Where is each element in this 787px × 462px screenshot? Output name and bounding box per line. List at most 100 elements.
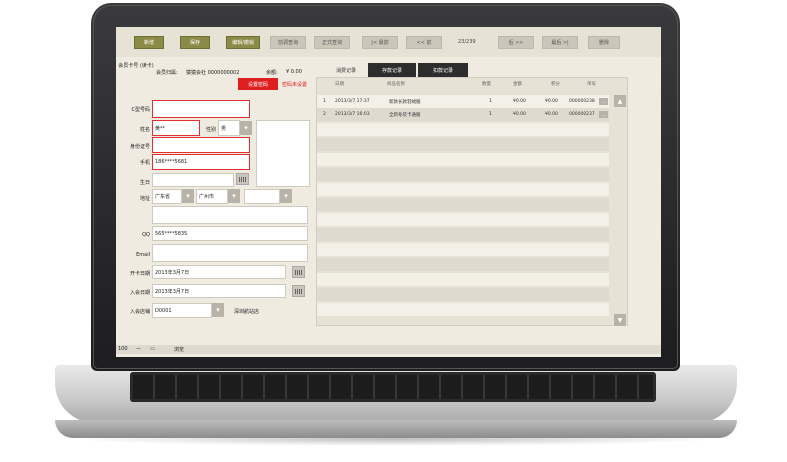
- table-row-empty: [317, 273, 609, 286]
- table-row-empty: [317, 183, 609, 196]
- header-date: 日期: [335, 82, 344, 87]
- gender-select[interactable]: 男: [218, 120, 240, 136]
- join-store-select[interactable]: D0001: [152, 303, 212, 318]
- table-row-empty: [317, 123, 609, 136]
- mobile-label: 手机: [139, 160, 150, 166]
- header-order: 单号: [587, 82, 596, 87]
- last-record-button[interactable]: 最后 >|: [542, 36, 578, 49]
- table-row-empty: [317, 168, 609, 181]
- reset-password-link[interactable]: 密码未设置: [282, 81, 307, 88]
- table-row-empty: [317, 258, 609, 271]
- delete-button[interactable]: 删除: [588, 36, 620, 49]
- city-select[interactable]: 广州市: [196, 189, 228, 204]
- row-order: 000000238: [569, 99, 595, 104]
- row-amount: ¥0.00: [513, 99, 526, 104]
- header-points: 积分: [551, 82, 560, 87]
- new-button[interactable]: 新增: [134, 36, 164, 49]
- toolbar: 新增 保存 编辑/撤销 前调查询 正式查询 |< 最前 << 前 23/239 …: [116, 27, 661, 57]
- formal-query-button[interactable]: 正式查询: [314, 36, 350, 49]
- row-product: 全新冬装卡通服: [389, 113, 421, 118]
- province-dropdown-icon[interactable]: ▾: [182, 189, 194, 203]
- address-detail-field[interactable]: [152, 206, 308, 224]
- table-row-empty: [317, 213, 609, 226]
- tab-consumption[interactable]: 消费记录: [326, 63, 366, 77]
- balance-value: ¥ 0.00: [286, 69, 302, 75]
- ic-number-field[interactable]: [152, 100, 250, 118]
- join-store-dropdown-icon[interactable]: ▾: [212, 303, 224, 317]
- row-detail-icon[interactable]: …: [599, 111, 608, 118]
- join-store-label: 入会店铺: [129, 309, 150, 315]
- table-row-empty: [317, 288, 609, 301]
- card-number-label: 会员卡号 (读卡): [118, 63, 154, 69]
- first-record-button[interactable]: |< 最前: [362, 36, 398, 49]
- gender-dropdown-icon[interactable]: ▾: [240, 121, 252, 135]
- district-dropdown-icon[interactable]: ▾: [280, 189, 292, 203]
- save-button[interactable]: 保存: [180, 36, 210, 49]
- app-screen: 新增 保存 编辑/撤销 前调查询 正式查询 |< 最前 << 前 23/239 …: [116, 27, 661, 357]
- grid-header: 日期 商品名称 数量 金额 积分 单号: [317, 78, 609, 88]
- gender-label: 性别: [205, 127, 216, 133]
- email-label: Email: [136, 252, 150, 258]
- grid-scrollbar[interactable]: ▲ ▼: [613, 95, 627, 326]
- qq-field[interactable]: 565****5835: [152, 226, 308, 241]
- join-date-calendar-icon[interactable]: [292, 285, 305, 297]
- laptop-keyboard: [130, 372, 656, 402]
- header-amount: 金额: [513, 82, 522, 87]
- table-row-empty: [317, 228, 609, 241]
- laptop-base-edge: [55, 420, 737, 438]
- edit-button[interactable]: 编辑/撤销: [226, 36, 260, 49]
- row-detail-icon[interactable]: …: [599, 98, 608, 105]
- layout-icon[interactable]: ▭: [150, 346, 155, 352]
- store-value: 猿猿会社 0000000002: [186, 70, 240, 76]
- row-order: 000000237: [569, 112, 595, 117]
- table-row-empty: [317, 153, 609, 166]
- address-label: 地址: [139, 196, 150, 202]
- name-field[interactable]: 黄**: [152, 120, 200, 136]
- table-row-empty: [317, 243, 609, 256]
- table-row[interactable]: 1 2013/3/7 17:37 新款长款羽绒服 1 ¥0.00 ¥0.00 0…: [317, 95, 609, 108]
- row-qty: 1: [489, 112, 492, 117]
- scroll-down-icon[interactable]: ▼: [614, 314, 626, 326]
- zoom-level: 100: [118, 346, 128, 352]
- card-open-date-field[interactable]: 2013年3月7日: [152, 265, 286, 279]
- set-password-button[interactable]: 设置密码: [238, 78, 278, 90]
- mobile-field[interactable]: 186****5681: [152, 154, 250, 170]
- consumption-grid: 日期 商品名称 数量 金额 积分 单号 1 2013/3/7 17:37 新款长…: [316, 77, 628, 326]
- record-counter: 23/239: [458, 39, 476, 45]
- header-product: 商品名称: [387, 82, 405, 87]
- birthday-field[interactable]: [152, 173, 234, 187]
- row-qty: 1: [489, 99, 492, 104]
- store-label: 会员归属:: [156, 70, 178, 76]
- pre-query-button[interactable]: 前调查询: [270, 36, 306, 49]
- city-dropdown-icon[interactable]: ▾: [228, 189, 240, 203]
- email-field[interactable]: [152, 244, 308, 262]
- previous-record-button[interactable]: << 前: [406, 36, 442, 49]
- row-number: 1: [323, 99, 326, 104]
- row-product: 新款长款羽绒服: [389, 100, 421, 105]
- header-qty: 数量: [482, 82, 491, 87]
- row-number: 2: [323, 112, 326, 117]
- join-date-field[interactable]: 2013年3月7日: [152, 284, 286, 298]
- row-date: 2013/3/7 16:03: [335, 112, 370, 117]
- id-number-field[interactable]: [152, 137, 250, 153]
- table-row-empty: [317, 303, 609, 316]
- join-store-name: 深圳航站店: [234, 309, 260, 315]
- zoom-minus-icon[interactable]: —: [136, 346, 141, 352]
- tab-deduction[interactable]: 扣款记录: [418, 63, 468, 77]
- table-row[interactable]: 2 2013/3/7 16:03 全新冬装卡通服 1 ¥0.00 ¥0.00 0…: [317, 108, 609, 121]
- card-open-date-label: 开卡日期: [129, 271, 150, 277]
- next-record-button[interactable]: 后 >>: [498, 36, 534, 49]
- balance-label: 余额:: [266, 70, 278, 76]
- table-row-empty: [317, 198, 609, 211]
- birthday-label: 生日: [139, 180, 150, 186]
- district-select[interactable]: [244, 189, 280, 204]
- card-open-calendar-icon[interactable]: [292, 266, 305, 278]
- scroll-up-icon[interactable]: ▲: [614, 95, 626, 107]
- tab-deposit[interactable]: 存款记录: [368, 63, 416, 77]
- member-photo[interactable]: [256, 120, 310, 187]
- name-label: 姓名: [139, 127, 150, 133]
- status-bar: 100 — ▭ 浏览: [116, 345, 661, 354]
- birthday-calendar-icon[interactable]: [236, 173, 249, 185]
- province-select[interactable]: 广东省: [152, 189, 182, 204]
- qq-label: QQ: [142, 232, 150, 238]
